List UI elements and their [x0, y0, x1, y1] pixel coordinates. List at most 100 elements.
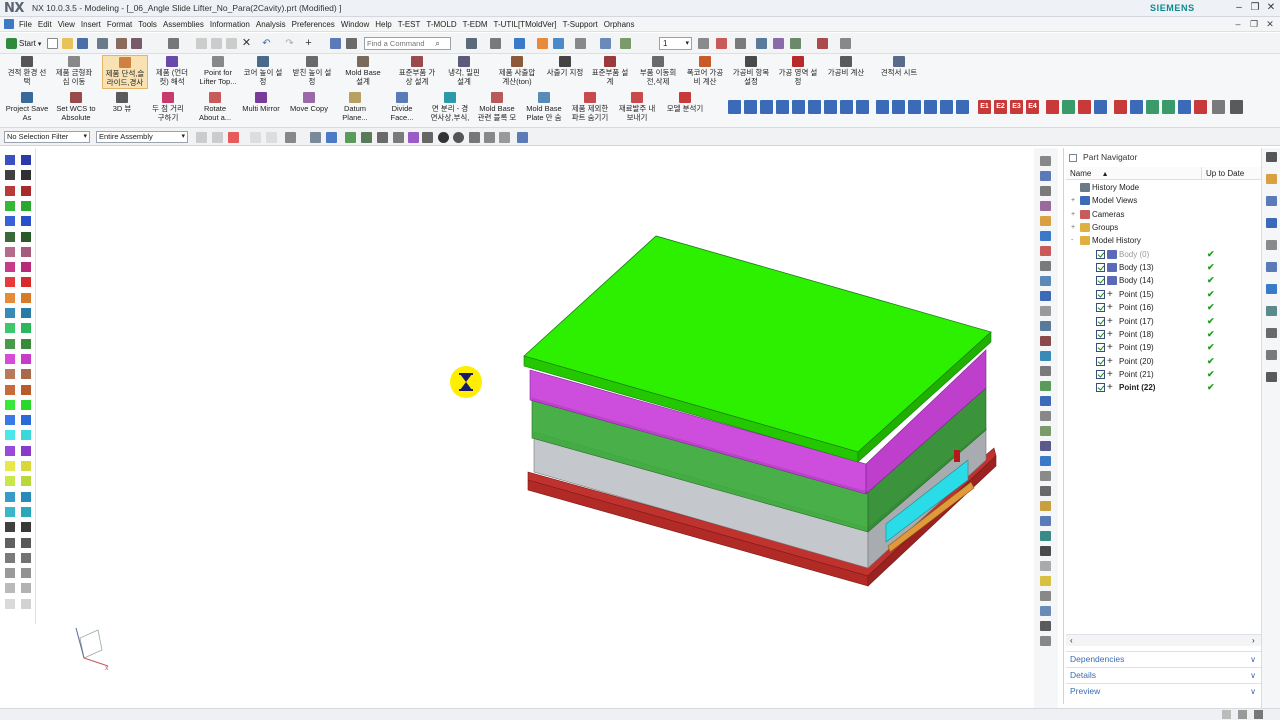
resource-tool-icon[interactable]: [1040, 441, 1051, 451]
expand-icon[interactable]: +: [1071, 194, 1075, 207]
resource-tool-icon[interactable]: [1040, 396, 1051, 406]
color-swatch[interactable]: [5, 338, 15, 349]
resource-tool-icon[interactable]: [1040, 276, 1051, 286]
visibility-checkbox[interactable]: [1096, 289, 1105, 299]
visibility-checkbox[interactable]: [1096, 276, 1105, 286]
paste-icon[interactable]: [226, 38, 237, 49]
mold-model-view[interactable]: x: [36, 148, 1030, 708]
ribbon-estimate-button-11[interactable]: 제품 사출압 계산(ton): [493, 55, 541, 89]
copy-icon[interactable]: [211, 38, 222, 49]
snap-view-icon[interactable]: [698, 38, 709, 49]
mold-tool-icon[interactable]: [1094, 100, 1107, 114]
color-swatch[interactable]: [5, 246, 15, 257]
color-swatch[interactable]: [21, 568, 31, 579]
ribbon-estimate-button-1[interactable]: 견적 환경 선택: [5, 55, 49, 89]
save-icon[interactable]: [77, 38, 88, 49]
expand-icon[interactable]: +: [1071, 208, 1075, 221]
resource-tool-icon[interactable]: [1040, 591, 1051, 601]
mold-tool-icon[interactable]: [1078, 100, 1091, 114]
menu-t-support[interactable]: T-Support: [560, 17, 601, 32]
navigator-row[interactable]: History Mode: [1066, 181, 1262, 194]
layout-tool-icon[interactable]: [728, 100, 741, 114]
render-style-icon[interactable]: [514, 38, 525, 49]
layout-tool-icon[interactable]: [956, 100, 969, 114]
orient-view-icon[interactable]: [620, 38, 631, 49]
color-swatch[interactable]: [5, 461, 15, 471]
ribbon-estimate-button-10[interactable]: 냉각, 밀핀 설계: [442, 55, 486, 89]
navigator-row[interactable]: Body (13) ✔: [1066, 261, 1262, 274]
navigator-row[interactable]: + Point (20) ✔: [1066, 355, 1262, 368]
mold-tool-icon[interactable]: [1062, 100, 1075, 114]
resource-tool-icon[interactable]: [1040, 456, 1051, 466]
ribbon-utility-button-4[interactable]: 두 점 거리 구하기: [145, 91, 191, 125]
close-window-button[interactable]: ✕: [1264, 1, 1278, 15]
show-hide-icon[interactable]: [553, 38, 564, 49]
resource-tool-icon[interactable]: [1040, 426, 1051, 436]
close-document-button[interactable]: ✕: [1264, 17, 1276, 32]
ribbon-utility-button-7[interactable]: Move Copy: [286, 91, 332, 125]
resource-tool-icon[interactable]: [1040, 486, 1051, 496]
snap-quadrant-icon[interactable]: [453, 132, 464, 143]
ribbon-utility-button-12[interactable]: Mold Base Plate 만 숨: [522, 91, 566, 125]
navigator-tab-icon[interactable]: [1266, 284, 1277, 294]
color-swatch[interactable]: [21, 399, 31, 410]
resource-tool-icon[interactable]: [1040, 186, 1051, 196]
color-swatch[interactable]: [5, 399, 15, 410]
minimize-document-button[interactable]: –: [1232, 17, 1244, 32]
ribbon-utility-button-10[interactable]: 면 분리 - 경 면사상,부식,: [428, 91, 472, 125]
app-menu-icon[interactable]: [4, 19, 14, 29]
navigator-row[interactable]: Body (14) ✔: [1066, 274, 1262, 287]
color-swatch[interactable]: [21, 369, 31, 380]
color-swatch[interactable]: [21, 277, 31, 288]
color-swatch[interactable]: [5, 185, 15, 196]
layout-tool-icon[interactable]: [876, 100, 889, 114]
menu-format[interactable]: Format: [104, 17, 135, 32]
ribbon-utility-button-1[interactable]: Project Save As: [4, 91, 50, 125]
ribbon-utility-button-6[interactable]: Multi Mirror: [238, 91, 284, 125]
resource-tool-icon[interactable]: [1040, 516, 1051, 526]
resource-tool-icon[interactable]: [1040, 321, 1051, 331]
color-swatch[interactable]: [21, 522, 31, 533]
save-as-icon[interactable]: [97, 38, 108, 49]
resource-tool-icon[interactable]: [1040, 576, 1051, 586]
ribbon-utility-button-9[interactable]: Divide Face...: [380, 91, 424, 125]
preview-panel-header[interactable]: Preview ∨: [1066, 683, 1262, 698]
resource-tool-icon[interactable]: [1040, 201, 1051, 211]
menu-information[interactable]: Information: [207, 17, 253, 32]
edm-tool-e3-icon[interactable]: E3: [1010, 100, 1023, 114]
color-swatch[interactable]: [21, 308, 31, 318]
ribbon-estimate-button-12[interactable]: 사출기 지정: [543, 55, 587, 89]
color-swatch[interactable]: [5, 537, 15, 548]
navigator-row[interactable]: + Model Views: [1066, 194, 1262, 207]
color-swatch[interactable]: [21, 537, 31, 548]
resource-tool-icon[interactable]: [1040, 546, 1051, 556]
snap-arc-center-icon[interactable]: [393, 132, 404, 143]
color-swatch[interactable]: [5, 369, 15, 380]
resource-tool-icon[interactable]: [1040, 471, 1051, 481]
undo-icon[interactable]: ↶: [261, 38, 272, 49]
ribbon-utility-button-14[interactable]: 재료발주 내 보내기: [615, 91, 659, 125]
new-file-icon[interactable]: [47, 38, 58, 49]
menu-t-util-tmoldver[interactable]: T-UTIL[TMoldVer]: [491, 17, 560, 32]
color-swatch[interactable]: [21, 583, 31, 594]
color-swatch[interactable]: [21, 445, 31, 456]
ribbon-estimate-button-18[interactable]: 가공비 계산: [822, 55, 870, 89]
status-settings-icon[interactable]: [1254, 710, 1263, 719]
menu-t-est[interactable]: T-EST: [395, 17, 424, 32]
layout-tool-icon[interactable]: [744, 100, 757, 114]
move-icon[interactable]: [756, 38, 767, 49]
snap-on-face-icon[interactable]: [499, 132, 510, 143]
color-swatch[interactable]: [21, 323, 31, 334]
snap-point-icon[interactable]: [469, 132, 480, 143]
color-swatch[interactable]: [21, 491, 31, 502]
view-orient-icon[interactable]: [466, 38, 477, 49]
navigator-row[interactable]: + Point (17) ✔: [1066, 315, 1262, 328]
mold-tool-icon[interactable]: [1114, 100, 1127, 114]
color-swatch[interactable]: [5, 200, 15, 211]
layout-tool-icon[interactable]: [760, 100, 773, 114]
color-swatch[interactable]: [5, 155, 15, 165]
visibility-checkbox[interactable]: [1096, 343, 1105, 353]
color-swatch[interactable]: [5, 384, 15, 395]
ribbon-estimate-button-14[interactable]: 부품 이동회 전,삭제: [635, 55, 681, 89]
sketch-icon[interactable]: [817, 38, 828, 49]
